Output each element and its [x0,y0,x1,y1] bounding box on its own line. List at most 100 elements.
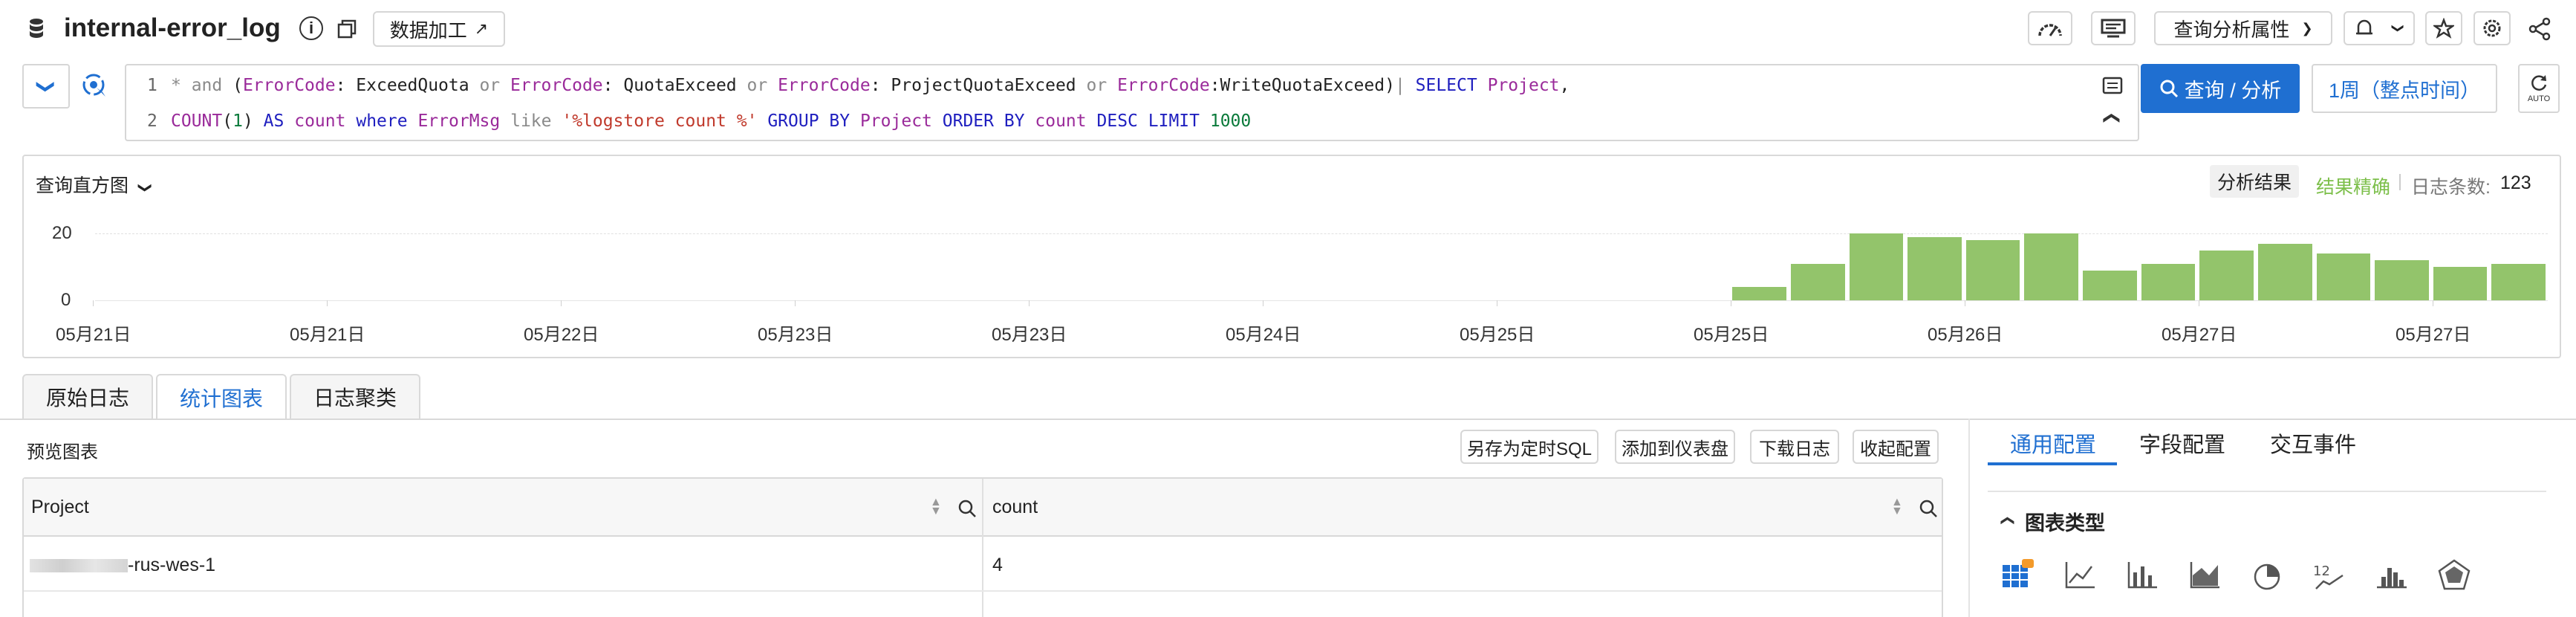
line-chart-icon[interactable] [2062,558,2098,593]
histogram-bar[interactable] [2316,253,2371,300]
histogram-bar[interactable] [2375,260,2429,300]
collapse-config-button[interactable]: 收起配置 [1853,430,1939,464]
tab-log-clustering[interactable]: 日志聚类 [290,374,420,419]
favorite-button[interactable] [2425,11,2462,45]
tab-raw-logs[interactable]: 原始日志 [22,374,153,419]
tab-field-config[interactable]: 字段配置 [2139,427,2225,459]
x-tick-label: 05月25日 [1460,325,1535,345]
histogram-bar[interactable] [2257,243,2312,300]
save-scheduled-sql-button[interactable]: 另存为定时SQL [1460,430,1598,464]
chevron-up-icon[interactable]: ❯ [2101,112,2120,125]
query-token [1087,112,1097,131]
query-token [1138,112,1148,131]
histogram-bar[interactable] [2199,250,2254,300]
keyboard-icon[interactable] [2102,76,2123,95]
histogram-icon[interactable] [2374,558,2410,593]
query-token: '%logstore count %' [562,112,758,131]
query-token: LIMIT [1148,112,1200,131]
query-token [345,112,356,131]
histogram-bar[interactable] [2491,263,2546,300]
log-count-label: 日志条数: [2411,177,2491,198]
speedometer-button[interactable] [2028,11,2072,45]
log-count-value: 123 [2500,172,2531,193]
sort-icon[interactable]: ▲ ▼ [930,497,942,517]
query-token: count [294,112,346,131]
number-chart-icon[interactable]: 12 [2312,558,2347,593]
y-tick-label: 0 [61,290,71,310]
histogram-bar[interactable] [2141,263,2196,300]
download-logs-button[interactable]: 下载日志 [1750,430,1839,464]
histogram-bar[interactable] [1965,240,2020,300]
x-tick-mark [93,300,94,306]
query-props-dropdown[interactable]: 查询分析属性 ❯ [2154,11,2332,45]
query-token: ( [222,76,243,95]
query-token [1107,76,1117,95]
x-axis [95,300,2548,301]
chevron-down-icon: ❯ [2392,23,2405,33]
dashboard-button[interactable] [2091,11,2136,45]
histogram-bar[interactable] [1907,236,1962,300]
query-assistant-icon[interactable] [80,71,110,101]
search-icon[interactable] [957,498,978,519]
query-token: 1 [232,112,243,131]
redacted-block [30,559,128,572]
search-analyze-button[interactable]: 查询 / 分析 [2141,64,2300,113]
bar-chart-icon[interactable] [2124,558,2160,593]
tab-interaction-events[interactable]: 交互事件 [2270,427,2356,459]
preview-title: 预览图表 [27,442,98,462]
chevron-up-icon[interactable]: ❯ [1999,515,2014,526]
alert-button[interactable]: ❯ [2344,11,2415,45]
chevron-down-icon: ❯ [2301,20,2313,36]
query-line-1: * and (ErrorCode: ExceedQuota or ErrorCo… [171,76,1570,95]
query-token: * [171,76,192,95]
tab-statistics-chart[interactable]: 统计图表 [156,374,287,420]
query-token [500,76,510,95]
chevron-down-icon: ❯ [138,181,154,194]
histogram-bar[interactable] [1849,233,1904,300]
line-number: 1 [147,76,157,95]
table-chart-icon[interactable] [2000,558,2035,593]
query-token: ErrorCode [510,76,603,95]
query-token: Project [859,112,932,131]
info-icon[interactable]: i [299,16,323,40]
histogram-title[interactable]: 查询直方图 ❯ [36,171,154,198]
query-token: Project [1487,76,1560,95]
area-chart-icon[interactable] [2187,558,2222,593]
x-tick-mark [1029,300,1030,306]
histogram-bar[interactable] [1790,263,1845,300]
data-process-label: 数据加工 [389,19,467,42]
query-token: ) [242,112,264,131]
query-editor[interactable]: 1 2 * and (ErrorCode: ExceedQuota or Err… [125,64,2139,141]
share-icon[interactable] [2527,16,2552,42]
query-token: or [747,76,768,95]
precision-status: 结果精确 [2316,177,2391,198]
copy-icon[interactable] [336,18,358,40]
query-token: :WriteQuotaExceed) [1209,76,1395,95]
settings-button[interactable] [2473,11,2511,45]
histogram-bar[interactable] [1732,287,1786,300]
add-to-dashboard-button[interactable]: 添加到仪表盘 [1615,430,1735,464]
y-tick-label: 20 [52,223,72,243]
gear-icon [2483,19,2501,37]
sort-icon[interactable]: ▲ ▼ [1891,497,1903,517]
auto-refresh-button[interactable]: AUTO [2518,64,2560,113]
query-token [850,112,860,131]
data-process-button[interactable]: 数据加工 ↗ [373,11,505,47]
search-icon[interactable] [1918,498,1939,519]
query-token: : QuotaExceed [602,76,747,95]
tabs-divider [0,419,2576,420]
pie-chart-icon[interactable] [2249,558,2285,593]
logstore-icon [28,18,45,39]
query-token: 1000 [1209,112,1252,131]
query-token: COUNT [171,112,223,131]
time-range-label: 1周（整点时间） [2328,79,2481,102]
histogram-bar[interactable] [2024,233,2079,300]
collapse-query-button[interactable]: ❯ [22,64,70,109]
analysis-result-badge: 分析结果 [2210,165,2299,198]
histogram-bar[interactable] [2083,270,2137,300]
radar-chart-icon[interactable] [2436,558,2472,593]
time-range-picker[interactable]: 1周（整点时间） [2312,64,2497,113]
x-tick-mark [795,300,796,306]
tab-general-config[interactable]: 通用配置 [2010,427,2096,459]
histogram-bar[interactable] [2433,267,2488,300]
